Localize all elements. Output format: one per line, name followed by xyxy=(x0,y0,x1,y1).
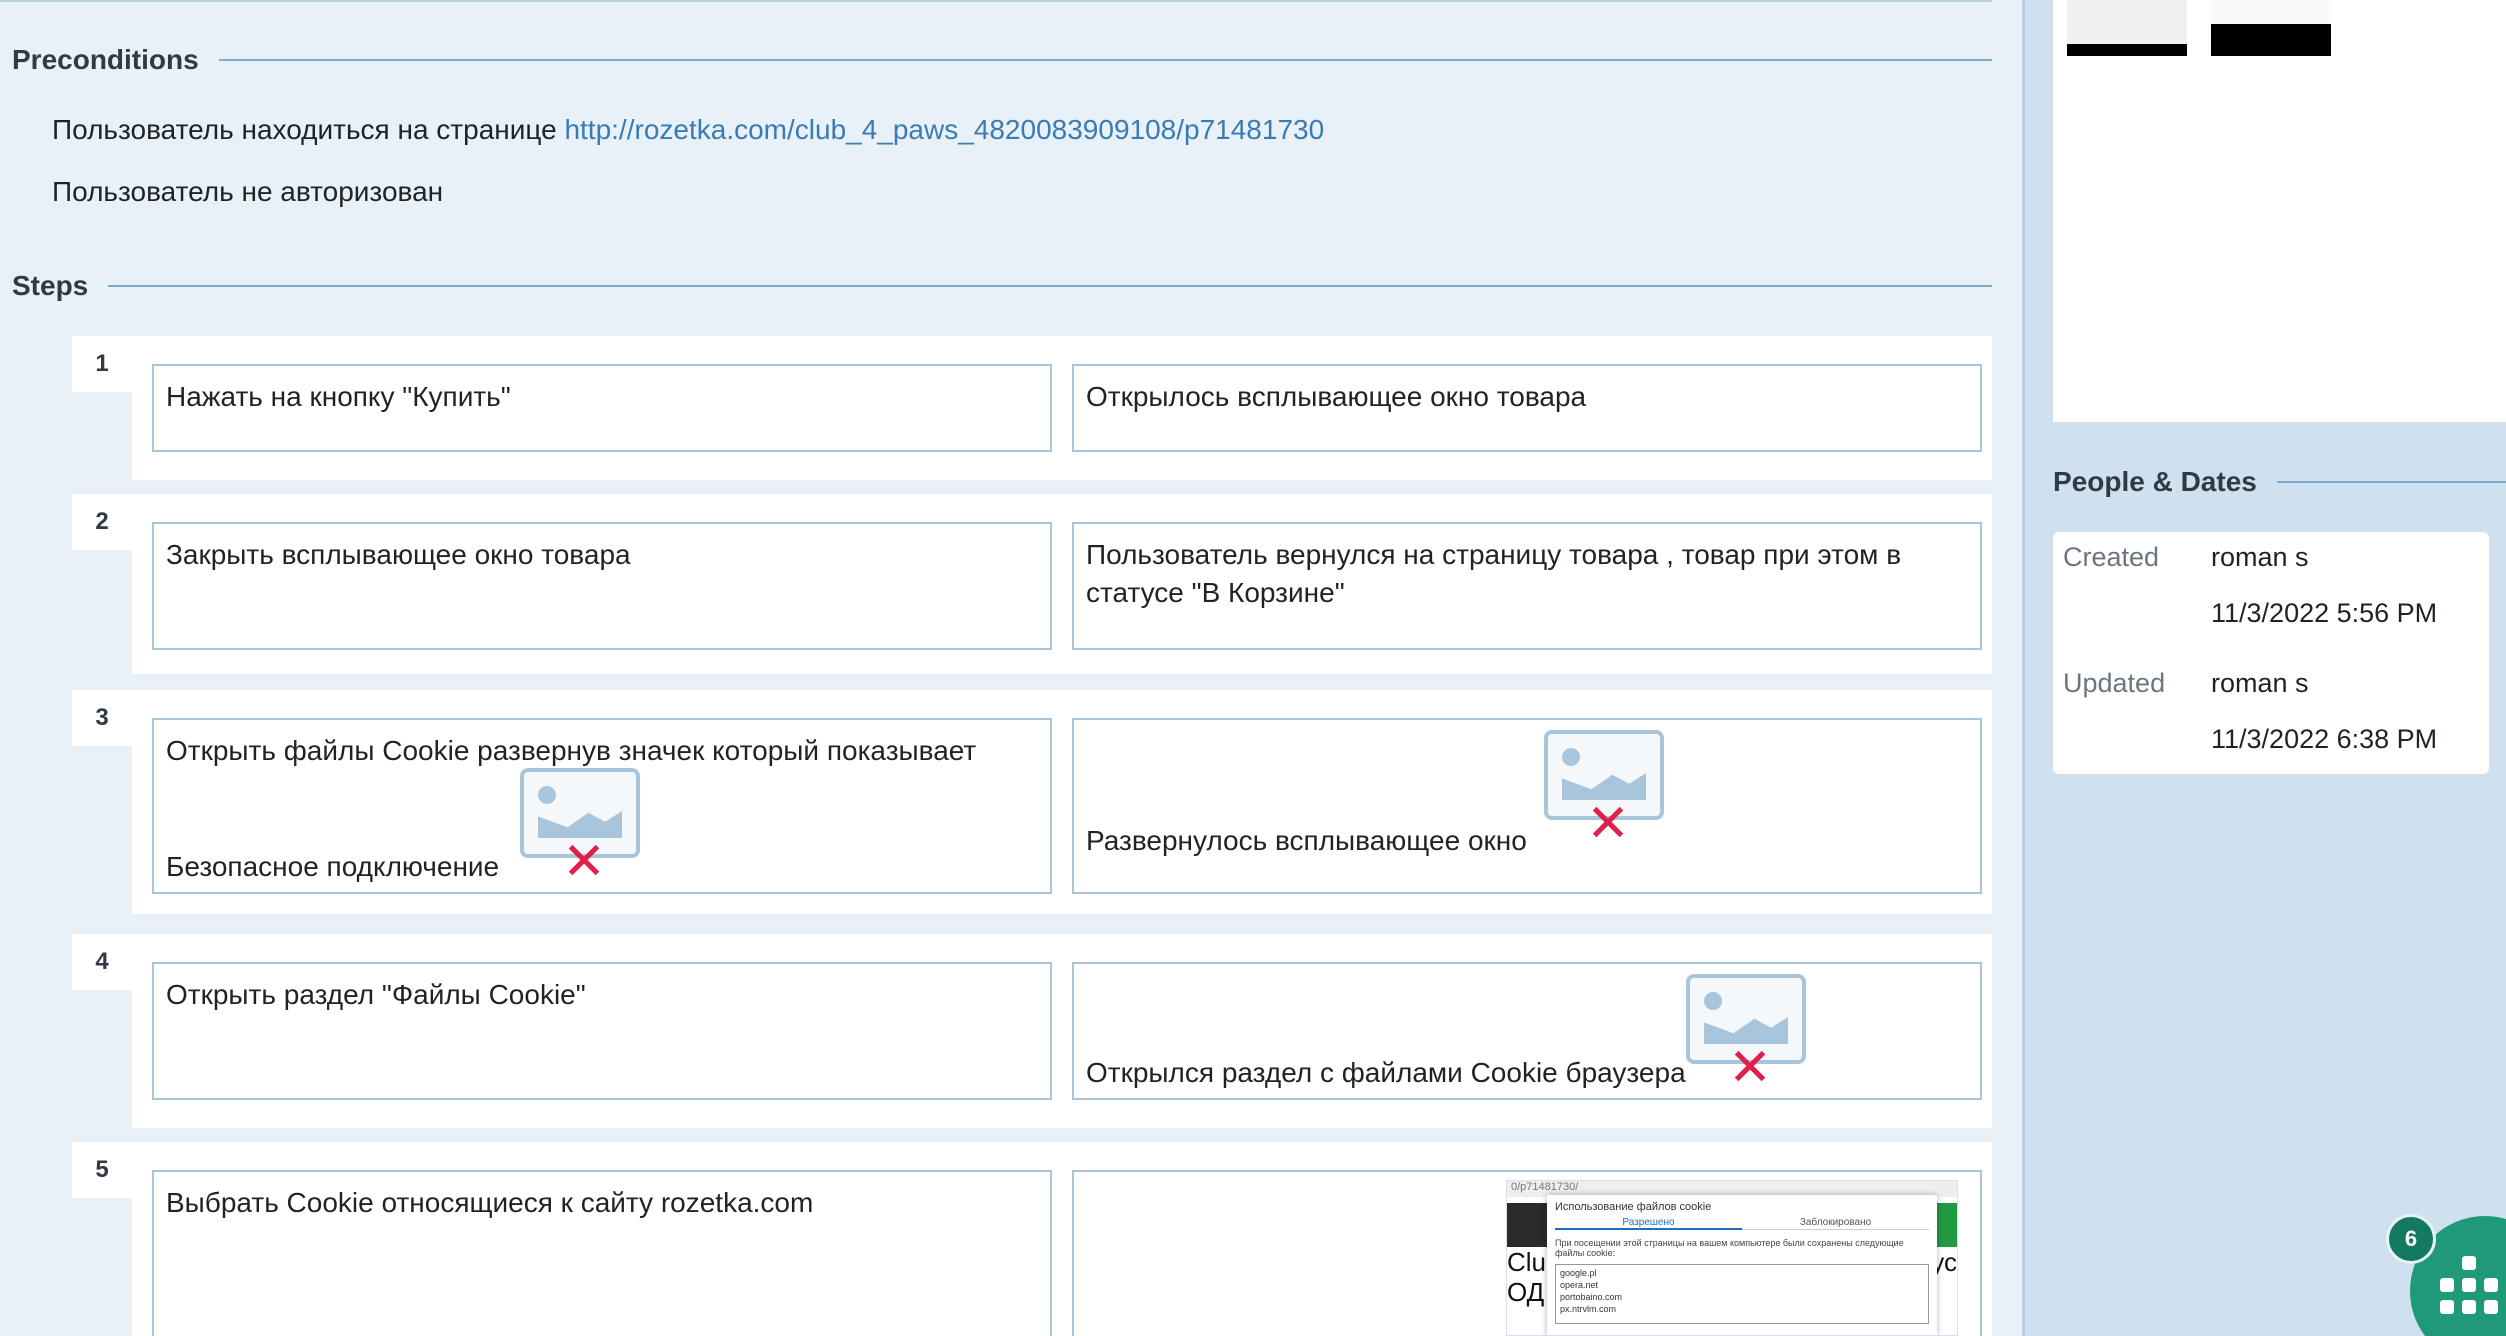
step-expected-line: Открылся раздел с файлами Cookie браузер… xyxy=(1086,1057,1686,1088)
apps-grid-icon xyxy=(2440,1256,2500,1316)
step-number: 1 xyxy=(72,336,132,392)
updated-by: roman s xyxy=(2211,668,2309,698)
error-x-icon: ✕ xyxy=(1586,795,1630,853)
updated-at: 11/3/2022 6:38 PM xyxy=(2211,724,2438,754)
screenshot-cookie-modal: Использование файлов cookie Разрешено За… xyxy=(1547,1195,1937,1335)
error-x-icon: ✕ xyxy=(562,833,606,891)
step-number: 2 xyxy=(72,494,132,550)
people-dates-panel: Created roman s 11/3/2022 5:56 PM Update… xyxy=(2053,532,2489,774)
step-body: Нажать на кнопку "Купить" Открылось вспл… xyxy=(132,336,1992,480)
step-row: 1 Нажать на кнопку "Купить" Открылось вс… xyxy=(72,336,1992,480)
screenshot-overlay-left: Clu ОД xyxy=(1507,1247,1547,1307)
precondition-line-2: Пользователь не авторизован xyxy=(52,176,444,207)
attachments-panel xyxy=(2053,0,2506,422)
attachment-thumbnail[interactable] xyxy=(2067,0,2187,56)
people-dates-header: People & Dates xyxy=(2053,466,2506,498)
precondition-text: Пользователь находиться на странице xyxy=(52,114,565,145)
screenshot-tab-allowed: Разрешено xyxy=(1555,1217,1742,1230)
screenshot-cookie-item: opera.net xyxy=(1560,1280,1599,1290)
test-case-main: Preconditions Пользователь находиться на… xyxy=(0,0,2022,1336)
broken-image-icon[interactable]: ✕ xyxy=(1544,730,1664,850)
step-expected-line: Развернулось всплывающее окно xyxy=(1086,825,1527,856)
screenshot-cookie-item: portobaino.com xyxy=(1560,1292,1623,1302)
step-action-line: Безопасное подключение xyxy=(166,851,500,882)
step-number: 4 xyxy=(72,934,132,990)
step-expected-result[interactable]: Открылось всплывающее окно товара xyxy=(1072,364,1982,452)
screenshot-modal-description: При посещении этой страницы на вашем ком… xyxy=(1555,1238,1904,1258)
step-row: 2 Закрыть всплывающее окно товара Пользо… xyxy=(72,494,1992,674)
section-rule xyxy=(218,59,1992,61)
created-at: 11/3/2022 5:56 PM xyxy=(2211,598,2438,628)
screenshot-cookie-list: google.pl opera.net portobaino.com px.nt… xyxy=(1555,1264,1929,1324)
precondition-link[interactable]: http://rozetka.com/club_4_paws_482008390… xyxy=(564,114,1324,145)
screenshot-cookie-item: px.ntrvlm.com xyxy=(1560,1304,1617,1314)
attached-screenshot[interactable]: 0/p71481730/ Clu ОД кус Использование фа… xyxy=(1506,1180,1958,1336)
step-action[interactable]: Нажать на кнопку "Купить" xyxy=(152,364,1052,452)
error-x-icon: ✕ xyxy=(1728,1039,1772,1097)
top-divider xyxy=(0,0,1992,2)
step-action[interactable]: Открыть файлы Cookie развернув значек ко… xyxy=(152,718,1052,894)
step-row: 3 Открыть файлы Cookie развернув значек … xyxy=(72,690,1992,914)
preconditions-header: Preconditions xyxy=(12,44,1992,76)
screenshot-modal-tabs: Разрешено Заблокировано xyxy=(1547,1215,1937,1232)
steps-title: Steps xyxy=(12,270,89,301)
step-number: 5 xyxy=(72,1142,132,1198)
section-rule xyxy=(2276,481,2506,483)
step-action-line: Открыть файлы Cookie развернув значек ко… xyxy=(166,735,977,766)
step-body: Закрыть всплывающее окно товара Пользова… xyxy=(132,494,1992,674)
screenshot-cookie-item: google.pl xyxy=(1560,1268,1597,1278)
broken-image-icon[interactable]: ✕ xyxy=(1686,974,1806,1094)
step-action[interactable]: Выбрать Cookie относящиеся к сайту rozet… xyxy=(152,1170,1052,1336)
image-placeholder-sun xyxy=(1562,748,1580,766)
precondition-line-1: Пользователь находиться на странице http… xyxy=(52,114,1324,146)
notification-badge[interactable]: 6 xyxy=(2386,1214,2436,1264)
step-body: Открыть раздел "Файлы Cookie" Открылся р… xyxy=(132,934,1992,1128)
step-number: 3 xyxy=(72,690,132,746)
step-body: Открыть файлы Cookie развернув значек ко… xyxy=(132,690,1992,914)
step-action[interactable]: Открыть раздел "Файлы Cookie" xyxy=(152,962,1052,1100)
preconditions-title: Preconditions xyxy=(12,44,199,75)
step-expected-result[interactable]: Открылся раздел с файлами Cookie браузер… xyxy=(1072,962,1982,1100)
right-sidebar: People & Dates Created roman s 11/3/2022… xyxy=(2022,0,2506,1336)
created-label: Created xyxy=(2063,542,2160,572)
steps-header: Steps xyxy=(12,270,1992,302)
screenshot-modal-title: Использование файлов cookie xyxy=(1555,1201,1712,1213)
step-expected-result[interactable]: Развернулось всплывающее окно ✕ xyxy=(1072,718,1982,894)
created-by: roman s xyxy=(2211,542,2309,572)
attachment-thumbnail[interactable] xyxy=(2211,0,2331,56)
section-rule xyxy=(108,285,1992,287)
screenshot-tab-blocked: Заблокировано xyxy=(1742,1217,1929,1230)
broken-image-icon[interactable]: ✕ xyxy=(520,768,640,888)
step-action[interactable]: Закрыть всплывающее окно товара xyxy=(152,522,1052,650)
step-expected-result[interactable]: Пользователь вернулся на страницу товара… xyxy=(1072,522,1982,650)
updated-label: Updated xyxy=(2063,668,2166,698)
image-placeholder-sun xyxy=(538,786,556,804)
people-dates-title: People & Dates xyxy=(2053,466,2257,497)
image-placeholder-sun xyxy=(1704,992,1722,1010)
step-row: 4 Открыть раздел "Файлы Cookie" Открылся… xyxy=(72,934,1992,1128)
